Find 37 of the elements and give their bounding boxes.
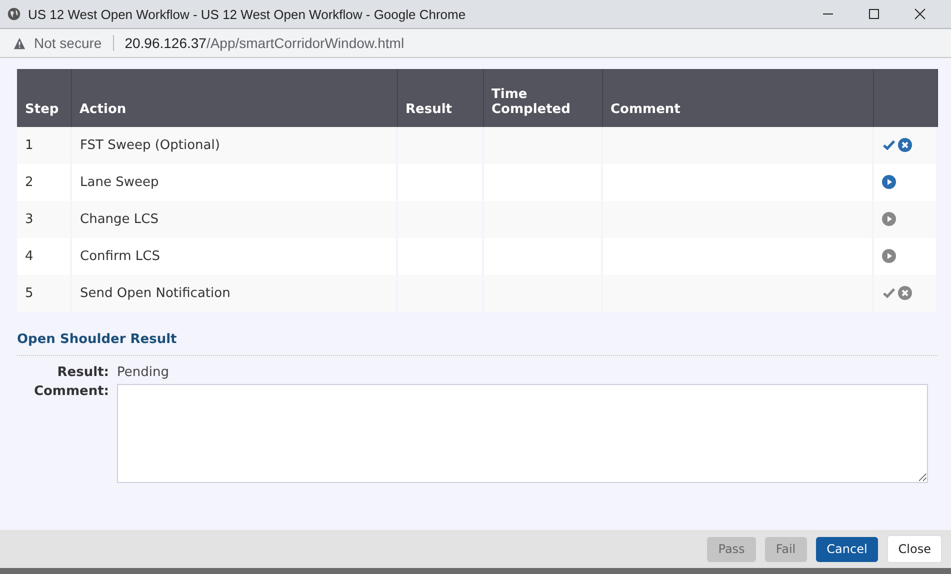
check-icon[interactable] <box>882 139 896 152</box>
action-button[interactable]: Close <box>887 535 942 563</box>
url-text: 20.96.126.37/App/smartCorridorWindow.html <box>124 35 404 51</box>
column-header: Result <box>397 69 483 127</box>
globe-icon <box>7 7 21 21</box>
cancel-icon[interactable] <box>898 138 912 152</box>
cancel-icon[interactable] <box>898 286 912 300</box>
table-cell: Send Open Notification <box>71 275 397 312</box>
warning-icon <box>13 36 26 50</box>
table-cell: Lane Sweep <box>71 164 397 201</box>
table-cell: Confirm LCS <box>71 238 397 275</box>
column-header: Time Completed <box>483 69 602 127</box>
play-icon[interactable] <box>882 175 896 190</box>
column-header: Step <box>17 69 71 127</box>
table-cell: 3 <box>17 201 71 238</box>
section-title: Open Shoulder Result <box>17 332 938 356</box>
address-bar[interactable]: Not secure 20.96.126.37/App/smartCorridorWindow.html <box>0 28 951 58</box>
column-header: Action <box>71 69 397 127</box>
window-title: US 12 West Open Workflow - US 12 West Open Workflow - Google Chrome <box>28 6 466 22</box>
action-button[interactable]: Cancel <box>816 536 878 562</box>
table-cell: FST Sweep (Optional) <box>71 127 397 164</box>
play-icon[interactable] <box>882 249 896 264</box>
security-label: Not secure <box>34 35 102 51</box>
close-icon[interactable] <box>914 8 926 20</box>
table-cell: 4 <box>17 238 71 275</box>
check-icon[interactable] <box>882 287 896 300</box>
field-label: Result: <box>56 365 109 380</box>
comment-field[interactable] <box>117 384 928 483</box>
maximize-icon[interactable] <box>868 8 880 20</box>
table-cell: 2 <box>17 164 71 201</box>
table-cell: 5 <box>17 275 71 312</box>
table-cell: 1 <box>17 127 71 164</box>
table-cell: Change LCS <box>71 201 397 238</box>
column-header: Comment <box>602 69 873 127</box>
field-label: Comment: <box>32 384 109 401</box>
result-value: Pending <box>117 365 170 380</box>
play-icon[interactable] <box>882 212 896 226</box>
